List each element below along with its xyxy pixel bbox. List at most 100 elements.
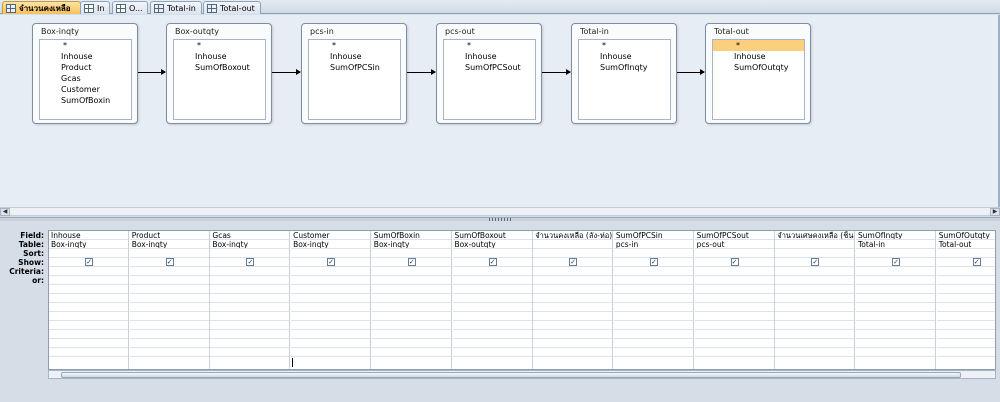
show-checkbox[interactable]: ✓: [892, 258, 900, 266]
field-sumofoutqty[interactable]: SumOfOutqty: [713, 62, 804, 73]
show-checkbox[interactable]: ✓: [730, 258, 739, 266]
or-cell[interactable]: [694, 348, 774, 357]
table-cell[interactable]: Box-inqty: [291, 240, 371, 249]
or-cell[interactable]: [775, 330, 855, 339]
show-cell[interactable]: ✓: [856, 258, 935, 267]
or-cell[interactable]: [291, 330, 371, 339]
tab-query-total-out[interactable]: Total-out: [203, 1, 261, 14]
field-all[interactable]: *: [40, 40, 131, 51]
or-cell[interactable]: [210, 348, 290, 357]
grid-column[interactable]: Gcas Box-inqty ✓: [210, 231, 291, 369]
sort-cell[interactable]: [694, 249, 774, 258]
or-cell[interactable]: [452, 312, 532, 321]
or-cell[interactable]: [694, 312, 774, 321]
or-cell[interactable]: [694, 303, 774, 312]
show-checkbox[interactable]: ✓: [165, 258, 174, 266]
or-cell[interactable]: [694, 294, 774, 303]
or-cell[interactable]: [775, 285, 855, 294]
show-cell[interactable]: ✓: [371, 258, 451, 267]
grid-column[interactable]: SumOfBoxout Box-outqty ✓: [452, 231, 533, 369]
field-inhouse[interactable]: Inhouse: [713, 51, 804, 62]
or-cell[interactable]: [856, 276, 935, 285]
grid-horizontal-scrollbar[interactable]: [48, 370, 996, 379]
field-inhouse[interactable]: Inhouse: [40, 51, 131, 62]
scrollbar-thumb[interactable]: [61, 372, 961, 378]
or-cell[interactable]: [210, 303, 290, 312]
or-cell[interactable]: [775, 339, 855, 348]
table-cell[interactable]: Box-outqty: [452, 240, 532, 249]
or-cell[interactable]: [291, 285, 371, 294]
field-cell[interactable]: SumOfPCSin: [613, 231, 693, 240]
join-arrow[interactable]: [542, 69, 571, 75]
or-cell[interactable]: [613, 303, 693, 312]
or-cell[interactable]: [129, 294, 209, 303]
field-cell[interactable]: Product: [129, 231, 209, 240]
or-cell[interactable]: [936, 276, 995, 285]
design-grid[interactable]: Inhouse Box-inqty ✓ Product Box-inqty ✓ Gcas Bo…: [48, 230, 996, 370]
or-cell[interactable]: [533, 321, 613, 330]
or-cell[interactable]: [371, 348, 451, 357]
or-cell[interactable]: [210, 321, 290, 330]
or-cell[interactable]: [452, 330, 532, 339]
sort-cell[interactable]: [291, 249, 371, 258]
or-cell[interactable]: [775, 348, 855, 357]
show-cell[interactable]: ✓: [694, 258, 774, 267]
grid-column[interactable]: SumOfInqty Total-in ✓: [856, 231, 936, 369]
or-cell[interactable]: [856, 339, 935, 348]
table-cell[interactable]: Box-inqty: [129, 240, 209, 249]
or-cell[interactable]: [49, 276, 128, 285]
show-cell[interactable]: ✓: [49, 258, 128, 267]
show-checkbox[interactable]: ✓: [85, 258, 93, 266]
criteria-cell[interactable]: [936, 267, 995, 276]
show-cell[interactable]: ✓: [936, 258, 995, 267]
table-box-total-in[interactable]: Total-in * Inhouse SumOfInqty: [571, 23, 677, 124]
show-cell[interactable]: ✓: [613, 258, 693, 267]
or-cell[interactable]: [613, 312, 693, 321]
criteria-cell[interactable]: [613, 267, 693, 276]
sort-cell[interactable]: [613, 249, 693, 258]
field-all[interactable]: *: [444, 40, 535, 51]
or-cell[interactable]: [452, 294, 532, 303]
show-cell[interactable]: ✓: [129, 258, 209, 267]
field-list[interactable]: * Inhouse SumOfInqty: [578, 39, 671, 120]
or-cell[interactable]: [129, 303, 209, 312]
table-box-title[interactable]: pcs-in: [302, 24, 406, 37]
or-cell[interactable]: [613, 276, 693, 285]
or-cell[interactable]: [371, 294, 451, 303]
field-list[interactable]: * Inhouse Product Gcas Customer SumOfBox…: [39, 39, 132, 120]
or-cell[interactable]: [936, 294, 995, 303]
or-cell[interactable]: [371, 312, 451, 321]
or-cell[interactable]: [936, 285, 995, 294]
grid-column[interactable]: SumOfPCSin pcs-in ✓: [613, 231, 694, 369]
or-cell[interactable]: [856, 303, 935, 312]
table-cell[interactable]: Box-inqty: [210, 240, 290, 249]
table-cell[interactable]: [775, 240, 855, 249]
show-cell[interactable]: ✓: [210, 258, 290, 267]
or-cell[interactable]: [371, 321, 451, 330]
or-cell[interactable]: [291, 276, 371, 285]
or-cell[interactable]: [49, 330, 128, 339]
join-arrow[interactable]: [677, 69, 705, 75]
table-box-title[interactable]: Total-out: [706, 24, 810, 37]
field-cell[interactable]: Gcas: [210, 231, 290, 240]
or-cell[interactable]: [129, 312, 209, 321]
show-cell[interactable]: ✓: [452, 258, 532, 267]
field-all[interactable]: *: [579, 40, 670, 51]
table-box-title[interactable]: Box-outqty: [167, 24, 271, 37]
table-cell[interactable]: Box-inqty: [371, 240, 451, 249]
field-cell[interactable]: จำนวนเศษคงเหลือ (ชิ้น): [775, 231, 855, 240]
or-cell[interactable]: [856, 330, 935, 339]
field-sumofpcsout[interactable]: SumOfPCSout: [444, 62, 535, 73]
show-cell[interactable]: ✓: [291, 258, 371, 267]
grid-column[interactable]: Inhouse Box-inqty ✓: [49, 231, 129, 369]
or-cell[interactable]: [694, 330, 774, 339]
show-checkbox[interactable]: ✓: [811, 258, 820, 266]
or-cell[interactable]: [775, 303, 855, 312]
or-cell[interactable]: [210, 285, 290, 294]
or-cell[interactable]: [452, 276, 532, 285]
or-cell[interactable]: [49, 348, 128, 357]
field-list[interactable]: * Inhouse SumOfPCSout: [443, 39, 536, 120]
or-cell[interactable]: [613, 348, 693, 357]
show-cell[interactable]: ✓: [533, 258, 613, 267]
field-cell[interactable]: SumOfInqty: [856, 231, 935, 240]
